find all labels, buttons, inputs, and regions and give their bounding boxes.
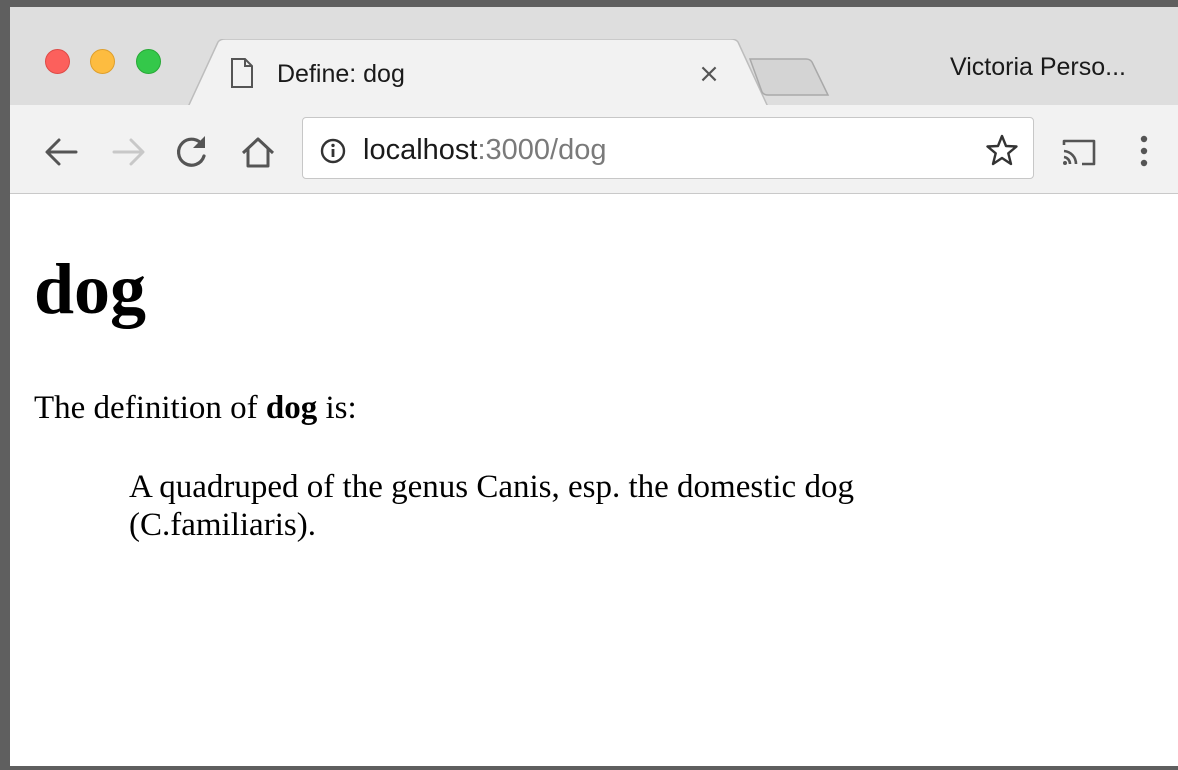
zoom-window-button[interactable] xyxy=(136,49,161,74)
definition-text: A quadruped of the genus Canis, esp. the… xyxy=(129,469,854,543)
page-title: dog xyxy=(34,249,147,329)
tab-title: Define: dog xyxy=(277,60,405,88)
browser-window: Define: dog × Victoria Perso... localhos… xyxy=(0,0,1178,770)
active-tab[interactable] xyxy=(188,39,768,107)
url-host: localhost xyxy=(363,134,478,166)
info-icon[interactable] xyxy=(320,138,346,164)
intro-word: dog xyxy=(265,390,318,426)
new-tab-button[interactable] xyxy=(746,57,831,97)
kebab-menu-icon[interactable] xyxy=(1138,133,1150,169)
url-path: :3000/dog xyxy=(477,134,607,166)
cast-icon[interactable] xyxy=(1060,137,1098,167)
definition-intro: The definition of dog is: xyxy=(34,387,357,429)
profile-name[interactable]: Victoria Perso... xyxy=(950,53,1126,82)
intro-prefix: The definition of xyxy=(34,390,266,426)
home-icon[interactable] xyxy=(238,132,278,172)
page-content: dog The definition of dog is: A quadrupe… xyxy=(10,194,1178,766)
close-window-button[interactable] xyxy=(45,49,70,74)
star-icon[interactable] xyxy=(985,133,1019,167)
arrow-left-icon[interactable] xyxy=(42,132,82,172)
url-text[interactable]: localhost:3000/dog xyxy=(363,132,606,168)
arrow-right-icon[interactable] xyxy=(108,132,148,172)
page-icon xyxy=(231,58,253,88)
tab-close-icon[interactable]: × xyxy=(695,59,723,89)
reload-icon[interactable] xyxy=(172,132,212,172)
title-bar: Define: dog × Victoria Perso... xyxy=(10,7,1178,107)
minimize-window-button[interactable] xyxy=(90,49,115,74)
intro-suffix: is: xyxy=(317,390,357,426)
